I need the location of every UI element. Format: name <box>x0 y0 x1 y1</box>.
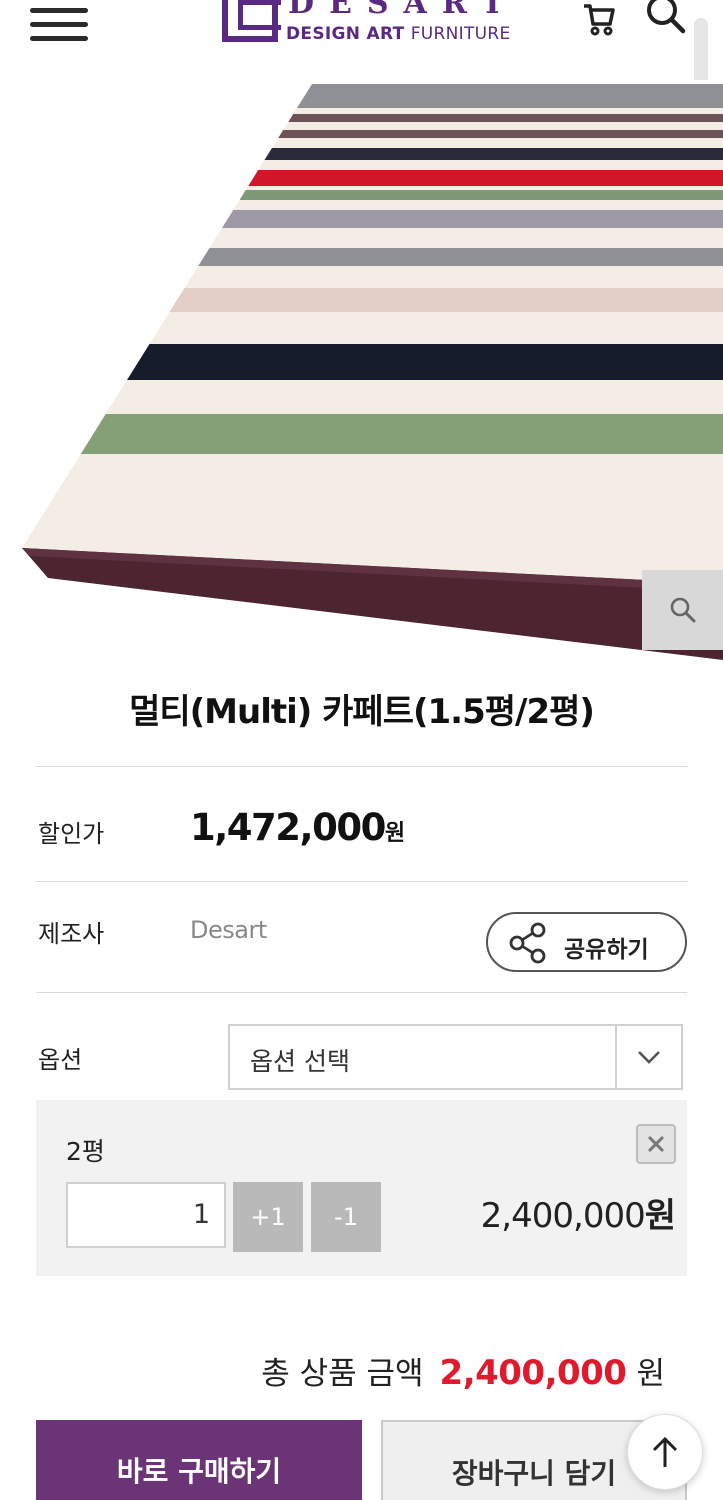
divider <box>36 992 687 993</box>
logo-mark-icon <box>222 0 281 42</box>
magnifier-icon <box>670 597 695 623</box>
divider <box>36 881 687 882</box>
selected-option-name: 2평 <box>66 1137 105 1166</box>
selected-option-box: 2평 1 +1 -1 2,400,000원 <box>36 1100 687 1276</box>
total-label: 총 상품 금액 <box>261 1356 424 1392</box>
total-value: 2,400,000 <box>439 1353 627 1393</box>
quantity-input[interactable]: 1 <box>66 1182 226 1248</box>
logo-tagline: DESIGN ART FURNITURE <box>286 24 511 44</box>
close-icon <box>647 1135 665 1153</box>
selected-option-price-number: 2,400,000 <box>480 1196 646 1236</box>
selected-option-price-unit: 원 <box>644 1196 676 1236</box>
header: DESART DESIGN ART FURNITURE <box>0 0 723 80</box>
hamburger-menu-icon[interactable] <box>30 8 88 42</box>
price-value: 1,472,000원 <box>190 806 405 849</box>
product-title: 멀티(Multi) 카페트(1.5평/2평) <box>129 692 595 732</box>
total-unit: 원 <box>636 1356 665 1392</box>
remove-option-button[interactable] <box>636 1124 676 1164</box>
arrow-up-icon <box>652 1436 678 1467</box>
share-button[interactable]: 공유하기 <box>486 912 687 972</box>
option-select-value: 옵션 선택 <box>250 1047 350 1076</box>
price-unit: 원 <box>384 821 405 846</box>
site-logo[interactable]: DESART DESIGN ART FURNITURE <box>222 0 510 48</box>
product-image <box>0 80 723 660</box>
total-price-row: 총 상품 금액 2,400,000 원 <box>261 1348 665 1393</box>
buy-now-button[interactable]: 바로 구매하기 <box>36 1420 362 1500</box>
option-label: 옵션 <box>38 1046 83 1074</box>
maker-label: 제조사 <box>38 920 105 948</box>
logo-tagline-a: DESIGN ART <box>286 24 405 44</box>
maker-value: Desart <box>190 916 267 944</box>
quantity-minus-button[interactable]: -1 <box>311 1182 381 1252</box>
logo-tagline-b: FURNITURE <box>410 24 511 44</box>
quantity-plus-button[interactable]: +1 <box>233 1182 303 1252</box>
price-number: 1,472,000 <box>190 806 386 849</box>
share-label: 공유하기 <box>564 937 649 963</box>
share-icon <box>508 922 550 964</box>
scroll-to-top-button[interactable] <box>627 1414 703 1490</box>
cart-icon[interactable] <box>582 2 616 36</box>
selected-option-price: 2,400,000원 <box>480 1188 676 1237</box>
divider <box>36 766 687 767</box>
option-select[interactable]: 옵션 선택 <box>228 1024 683 1090</box>
price-label: 할인가 <box>38 820 105 848</box>
carpet-image <box>22 84 723 660</box>
zoom-button[interactable] <box>642 570 723 650</box>
chevron-down-icon <box>615 1026 681 1088</box>
logo-word: DESART <box>288 0 519 21</box>
search-icon[interactable] <box>646 0 686 36</box>
